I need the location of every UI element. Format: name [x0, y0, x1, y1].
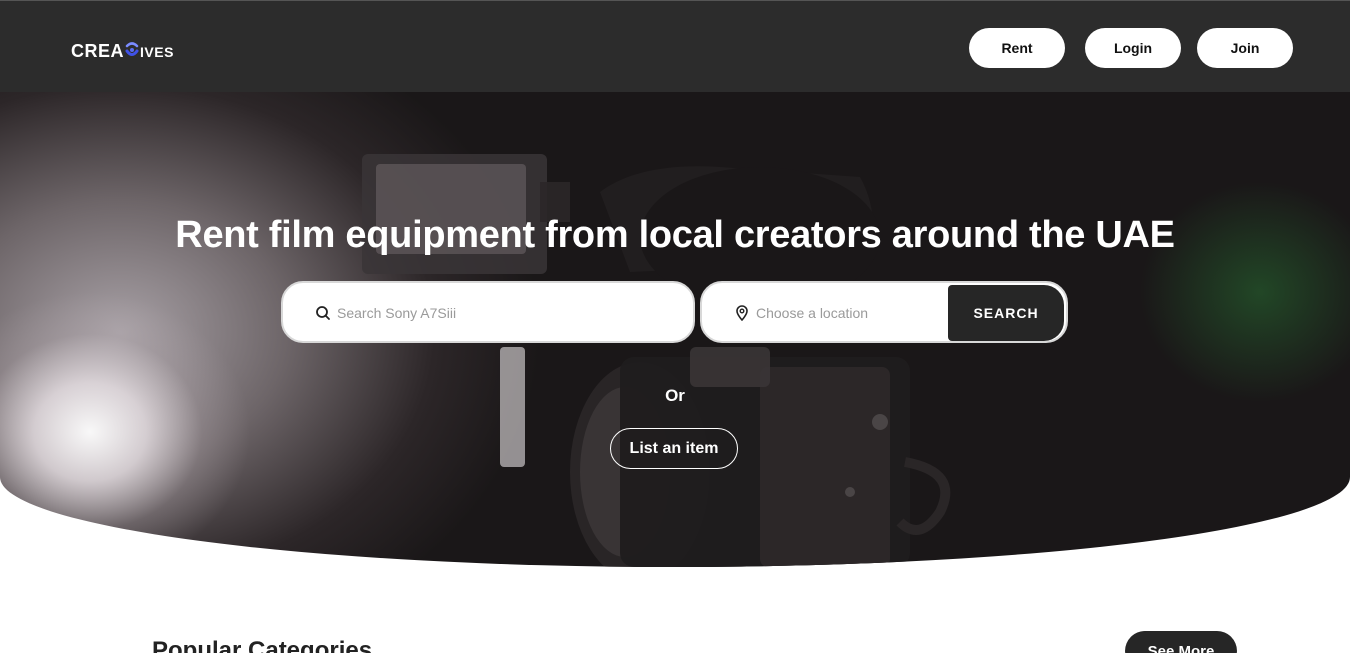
search-icon: [315, 305, 331, 321]
search-input[interactable]: [337, 301, 667, 325]
map-pin-icon: [734, 305, 750, 322]
swirl-icon: [125, 42, 139, 58]
site-logo[interactable]: Crea ives: [71, 41, 174, 61]
list-item-button[interactable]: List an item: [610, 428, 738, 469]
join-button[interactable]: Join: [1197, 28, 1293, 68]
hero-title: Rent film equipment from local creators …: [175, 214, 1175, 256]
rent-button[interactable]: Rent: [969, 28, 1065, 68]
top-navbar: Crea ives Rent Login Join: [0, 0, 1350, 92]
logo-text-start: Crea: [71, 41, 125, 61]
see-more-button[interactable]: See More: [1125, 631, 1237, 653]
logo-text-end: ives: [140, 44, 174, 60]
login-button[interactable]: Login: [1085, 28, 1181, 68]
or-divider-text: Or: [665, 386, 685, 405]
popular-categories-title: Popular Categories: [152, 637, 373, 653]
location-input[interactable]: [756, 301, 936, 325]
location-box: SEARCH: [700, 281, 1068, 343]
search-box: [281, 281, 695, 343]
search-button[interactable]: SEARCH: [948, 285, 1064, 341]
